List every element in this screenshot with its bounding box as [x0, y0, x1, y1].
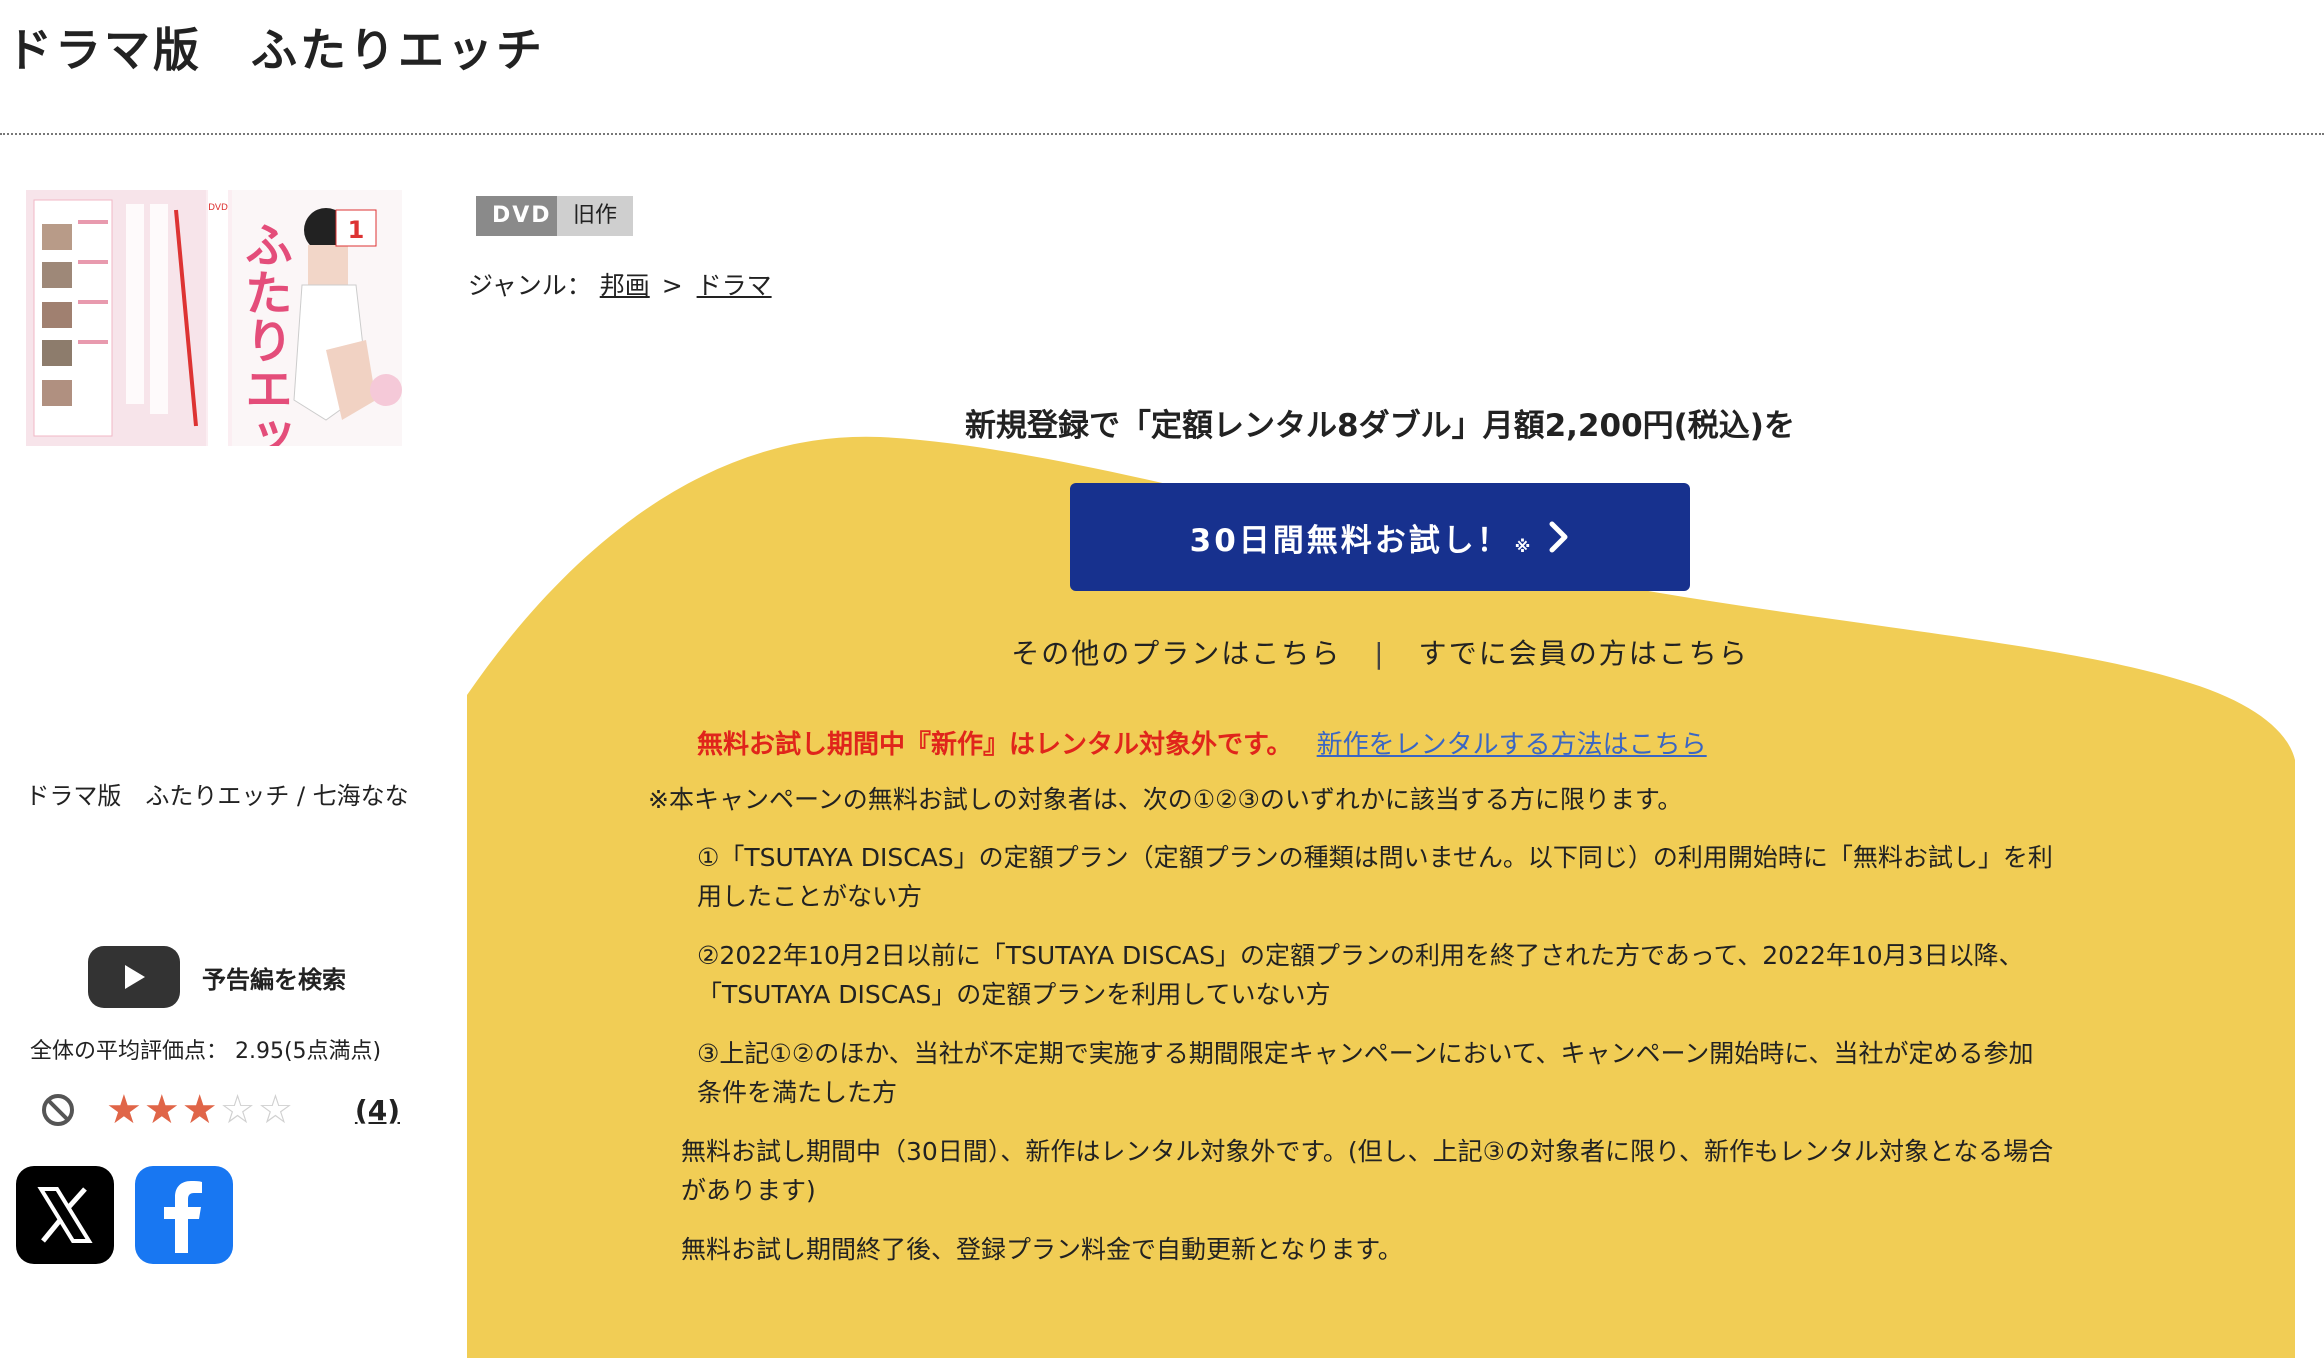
- trailer-search: 予告編を検索: [88, 946, 346, 1008]
- terms-item-1: ①「TSUTAYA DISCAS」の定額プラン（定額プランの種類は問いません。以…: [697, 838, 2117, 916]
- notice-warning: 無料お試し期間中『新作』はレンタル対象外です。: [697, 730, 1293, 760]
- star-filled-icon[interactable]: ★: [144, 1088, 180, 1132]
- terms-note-auto-renew: 無料お試し期間終了後、登録プラン料金で自動更新となります。: [681, 1235, 1403, 1264]
- new-release-notice: 無料お試し期間中『新作』はレンタル対象外です。 新作をレンタルする方法はこちら: [697, 724, 1707, 761]
- link-divider: |: [1374, 637, 1386, 670]
- trailer-search-button[interactable]: [88, 946, 180, 1008]
- star-empty-icon[interactable]: ☆: [220, 1088, 256, 1132]
- svg-text:DVD: DVD: [208, 203, 228, 213]
- plan-links: その他のプランはこちら | すでに会員の方はこちら: [900, 632, 1860, 672]
- member-login-link[interactable]: すでに会員の方はこちら: [1418, 637, 1748, 670]
- star-filled-icon[interactable]: ★: [106, 1088, 142, 1132]
- average-rating-text: 全体の平均評価点： 2.95(5点満点): [30, 1039, 382, 1064]
- genre-link-subcategory[interactable]: ドラマ: [697, 271, 772, 300]
- breadcrumb-separator: >: [661, 271, 683, 300]
- new-release-rental-link[interactable]: 新作をレンタルする方法はこちら: [1317, 730, 1707, 760]
- dvd-cover-image[interactable]: DVD ふたりエッチ 1: [26, 190, 402, 446]
- terms-item-line: 「TSUTAYA DISCAS」の定額プランを利用していない方: [697, 980, 1331, 1009]
- title-caption: ドラマ版 ふたりエッチ / 七海なな: [25, 782, 409, 810]
- genre-label: ジャンル：: [468, 271, 592, 300]
- facebook-share-button[interactable]: [135, 1166, 233, 1264]
- facebook-logo-icon: [164, 1181, 202, 1253]
- rating-row: ★ ★ ★ ☆ ☆ (4): [40, 1086, 400, 1134]
- terms-note-new-release: 無料お試し期間中（30日間）、新作はレンタル対象外です。(但し、上記③の対象者に…: [681, 1132, 2121, 1210]
- promo-heading: 新規登録で「定額レンタル8ダブル」月額2,200円(税込)を: [965, 408, 1795, 444]
- star-empty-icon[interactable]: ☆: [257, 1088, 293, 1132]
- genre-breadcrumb: ジャンル： 邦画 > ドラマ: [468, 266, 772, 302]
- trailer-search-label[interactable]: 予告編を検索: [202, 960, 346, 995]
- play-icon: [125, 965, 145, 989]
- terms-item-line: 条件を満たした方: [697, 1078, 898, 1107]
- terms-item-line: ①「TSUTAYA DISCAS」の定額プラン（定額プランの種類は問いません。以…: [697, 843, 2053, 872]
- x-share-button[interactable]: [16, 1166, 114, 1264]
- terms-item-3: ③上記①②のほか、当社が不定期で実施する期間限定キャンペーンにおいて、キャンペー…: [697, 1034, 2117, 1112]
- release-badge: 旧作: [557, 196, 634, 236]
- page-title: ドラマ版 ふたりエッチ: [6, 23, 545, 77]
- terms-item-line: 用したことがない方: [697, 882, 923, 911]
- format-badge: DVD: [476, 196, 568, 236]
- terms-item-line: ②2022年10月2日以前に「TSUTAYA DISCAS」の定額プランの利用を…: [697, 941, 2024, 970]
- terms-item-2: ②2022年10月2日以前に「TSUTAYA DISCAS」の定額プランの利用を…: [697, 936, 2117, 1014]
- footnote-mark: ※: [1514, 536, 1531, 556]
- other-plans-link[interactable]: その他のプランはこちら: [1011, 637, 1341, 670]
- free-trial-button[interactable]: 30日間無料お試し！ ※: [1070, 483, 1690, 591]
- review-count-link[interactable]: (4): [355, 1094, 400, 1127]
- terms-note-line: があります): [681, 1176, 816, 1205]
- svg-text:ふたりエッチ: ふたりエッチ: [236, 220, 292, 446]
- terms-note-line: 無料お試し期間中（30日間）、新作はレンタル対象外です。(但し、上記③の対象者に…: [681, 1137, 2054, 1166]
- not-interested-icon[interactable]: [40, 1092, 76, 1128]
- title-divider: [0, 133, 2324, 135]
- free-trial-label: 30日間無料お試し！: [1189, 522, 1511, 559]
- genre-link-category[interactable]: 邦画: [600, 271, 650, 300]
- chevron-right-icon: [1549, 521, 1568, 553]
- svg-text:1: 1: [348, 216, 365, 244]
- x-logo-icon: [37, 1187, 93, 1243]
- star-filled-icon[interactable]: ★: [182, 1088, 218, 1132]
- star-rating[interactable]: ★ ★ ★ ☆ ☆: [106, 1088, 295, 1132]
- terms-item-line: ③上記①②のほか、当社が不定期で実施する期間限定キャンペーンにおいて、キャンペー…: [697, 1039, 2034, 1068]
- terms-intro: ※本キャンペーンの無料お試しの対象者は、次の①②③のいずれかに該当する方に限りま…: [648, 785, 1683, 814]
